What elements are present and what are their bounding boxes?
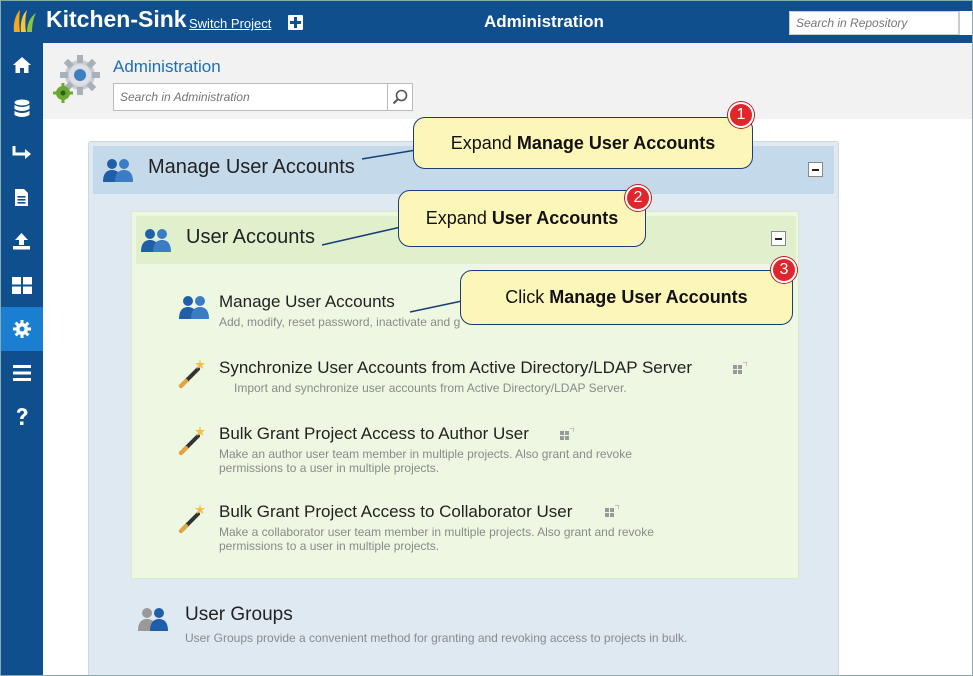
nav-documents[interactable] <box>0 175 43 219</box>
wand-icon <box>179 359 205 388</box>
grid-icon <box>11 276 32 294</box>
wand-icon <box>179 504 205 533</box>
repository-search-button[interactable] <box>959 11 973 35</box>
bulk-grant-collaborator-desc-line1: Make a collaborator user team member in … <box>219 525 654 539</box>
users-icon <box>141 229 171 252</box>
user-groups-title[interactable]: User Groups <box>185 604 293 626</box>
callout-step-1: Expand Manage User Accounts <box>413 117 753 169</box>
left-nav <box>0 43 43 676</box>
synchronize-user-accounts-link[interactable]: Synchronize User Accounts from Active Di… <box>219 358 692 378</box>
manage-user-accounts-title: Manage User Accounts <box>148 156 355 178</box>
user-groups-icon <box>138 608 168 631</box>
manage-user-accounts-desc: Add, modify, reset password, inactivate … <box>219 315 461 329</box>
synchronize-user-accounts-desc: Import and synchronize user accounts fro… <box>234 381 627 395</box>
bulk-grant-author-desc-line2: permissions to a user in multiple projec… <box>219 461 440 475</box>
nav-administration[interactable] <box>0 307 43 351</box>
users-icon <box>179 296 209 319</box>
bulk-grant-author-link[interactable]: Bulk Grant Project Access to Author User <box>219 424 529 444</box>
admin-search-input[interactable] <box>113 83 388 111</box>
callout-3-prefix: Click <box>505 287 550 307</box>
bulk-grant-collaborator-desc-line2: permissions to a user in multiple projec… <box>219 539 440 553</box>
menu-icon <box>12 365 31 381</box>
database-icon <box>14 99 29 117</box>
callout-step-2: Expand User Accounts <box>398 190 646 247</box>
collapse-manage-user-accounts-button[interactable] <box>808 162 823 177</box>
user-groups-desc: User Groups provide a convenient method … <box>185 631 688 645</box>
page-title: Administration <box>113 57 221 76</box>
repository-search-input[interactable] <box>789 11 959 35</box>
upload-icon <box>13 233 30 250</box>
callout-step-3: Click Manage User Accounts <box>460 270 793 325</box>
app-logo-icon <box>13 10 36 32</box>
users-icon <box>103 159 133 182</box>
nav-import[interactable] <box>0 219 43 263</box>
switch-project-link[interactable]: Switch Project <box>189 16 271 31</box>
document-icon <box>15 188 28 206</box>
bulk-grant-collaborator-link[interactable]: Bulk Grant Project Access to Collaborato… <box>219 502 572 522</box>
user-accounts-title: User Accounts <box>186 226 315 248</box>
collapse-user-accounts-button[interactable] <box>771 231 786 246</box>
bulk-grant-author-desc-line1: Make an author user team member in multi… <box>219 447 632 461</box>
nav-repository[interactable] <box>0 87 43 131</box>
popout-icon[interactable] <box>733 362 747 374</box>
gear-icon <box>12 320 31 338</box>
nav-home[interactable] <box>0 43 43 87</box>
manage-user-accounts-link[interactable]: Manage User Accounts <box>219 292 395 312</box>
arrow-turn-icon <box>12 146 31 159</box>
wand-icon <box>179 426 205 455</box>
admin-search-button[interactable] <box>387 83 413 111</box>
step-1-badge: 1 <box>728 102 754 128</box>
nav-help[interactable] <box>0 395 43 439</box>
callout-1-bold: Manage User Accounts <box>516 132 716 153</box>
callout-3-bold: Manage User Accounts <box>549 287 748 307</box>
admin-gears-icon <box>53 55 100 103</box>
search-icon <box>392 89 408 105</box>
page-header-title: Administration <box>484 12 604 31</box>
callout-1-prefix: Expand <box>450 132 517 153</box>
nav-dashboard[interactable] <box>0 263 43 307</box>
callout-2-prefix: Expand <box>425 208 492 228</box>
project-name: Kitchen-Sink <box>46 6 187 32</box>
add-icon[interactable] <box>288 15 303 30</box>
nav-menu[interactable] <box>0 351 43 395</box>
nav-trace[interactable] <box>0 131 43 175</box>
popout-icon[interactable] <box>605 505 619 517</box>
home-icon <box>12 57 31 73</box>
step-2-badge: 2 <box>625 185 651 211</box>
popout-icon[interactable] <box>560 428 574 440</box>
help-icon <box>16 408 27 425</box>
user-accounts-panel <box>131 211 799 579</box>
step-3-badge: 3 <box>771 257 797 283</box>
callout-2-bold: User Accounts <box>491 208 619 228</box>
